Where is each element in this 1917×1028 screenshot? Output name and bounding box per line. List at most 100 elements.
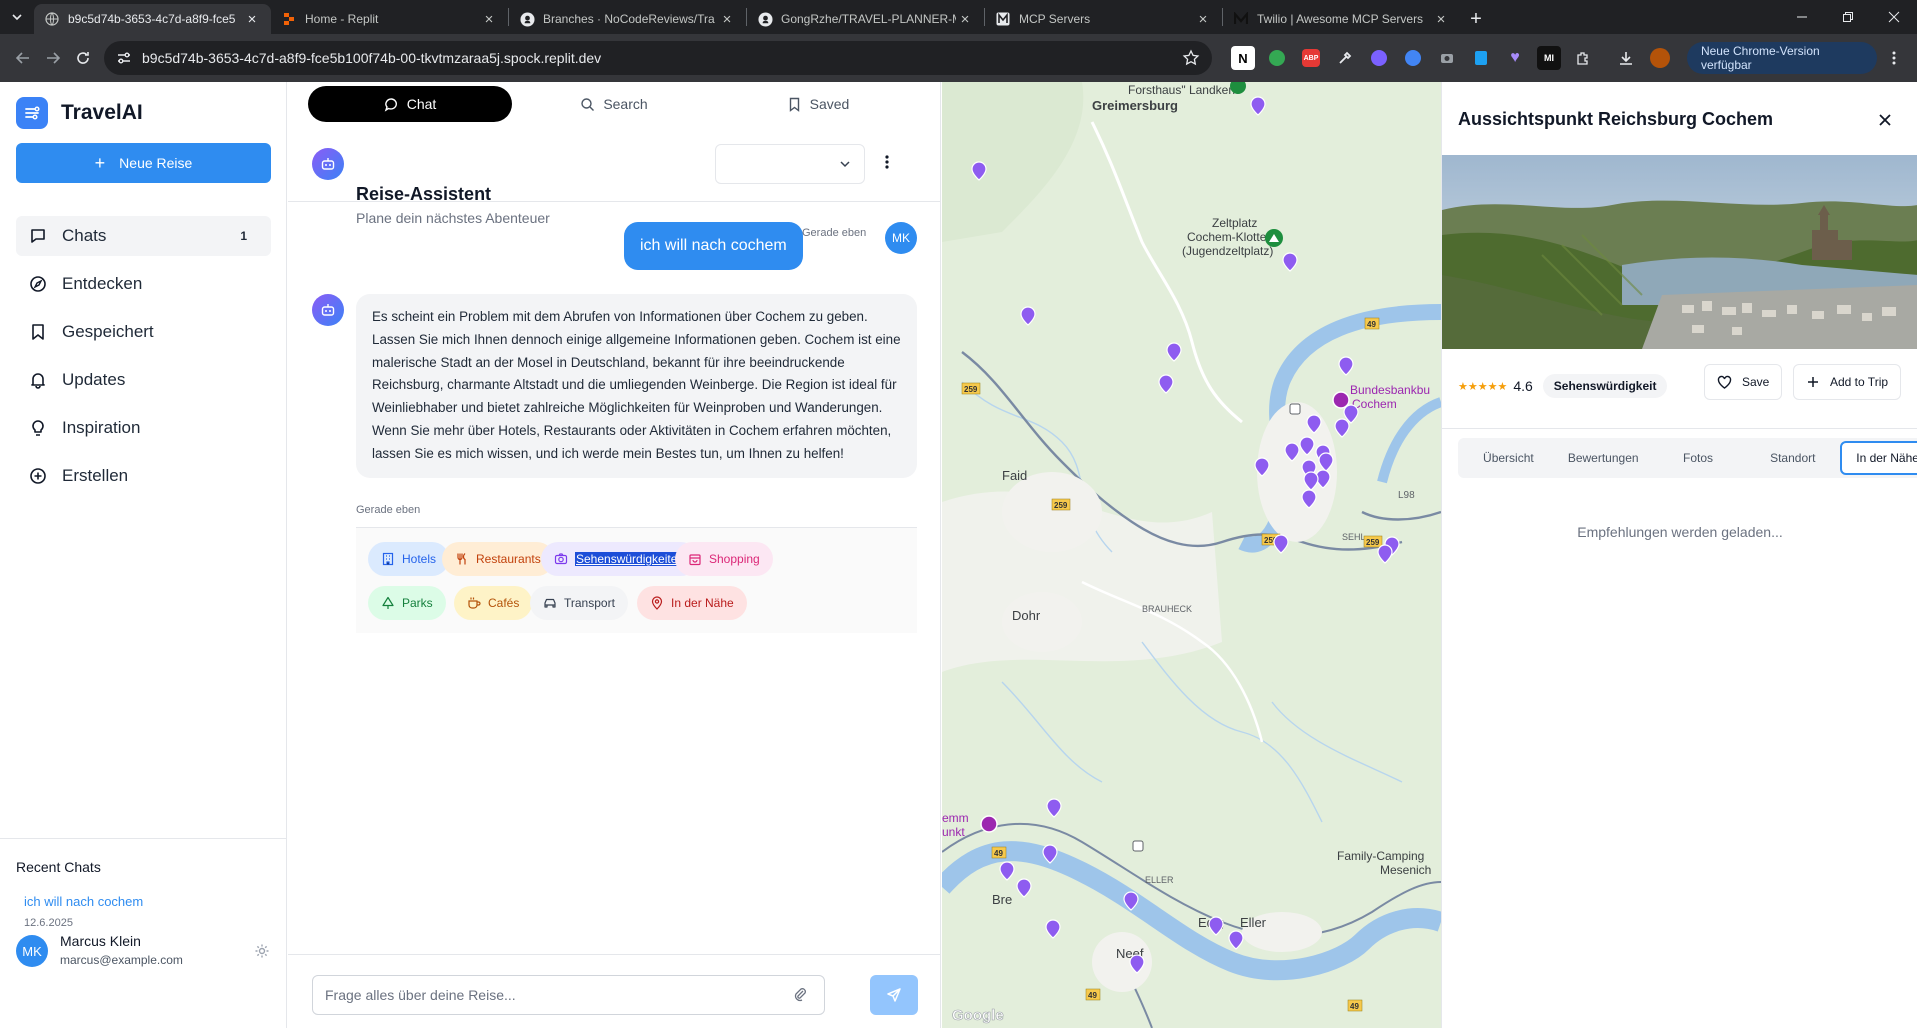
notion-extension-icon[interactable]: N: [1230, 46, 1255, 70]
chip-parks[interactable]: Parks: [368, 586, 446, 620]
brand[interactable]: TravelAI: [16, 97, 143, 129]
restore-icon: [1843, 12, 1853, 22]
restore-button[interactable]: [1825, 0, 1871, 34]
new-trip-button[interactable]: + Neue Reise: [16, 143, 271, 183]
brand-name: TravelAI: [61, 101, 143, 124]
chevron-down-icon: [840, 161, 850, 168]
message-timestamp: Gerade eben: [802, 227, 867, 239]
site-settings-icon[interactable]: [116, 50, 132, 66]
blue-extension-icon[interactable]: [1401, 46, 1425, 70]
user-message: ich will nach cochem: [624, 222, 803, 270]
chat-bubble-icon: [384, 97, 399, 112]
tab-standort[interactable]: Standort: [1745, 441, 1840, 475]
send-button[interactable]: [870, 975, 918, 1015]
sidebar-item-entdecken[interactable]: Entdecken: [16, 264, 271, 304]
chip-restaurants[interactable]: Restaurants: [442, 542, 554, 576]
chat-input[interactable]: [312, 975, 825, 1015]
browser-tab[interactable]: Twilio | Awesome MCP Servers ×: [1223, 4, 1460, 34]
tab-in-der-naehe[interactable]: In der Nähe: [1840, 441, 1917, 475]
adblock-extension-icon[interactable]: ABP: [1299, 46, 1323, 70]
tab-close-icon[interactable]: ×: [480, 11, 498, 28]
chat-more-button[interactable]: [885, 154, 889, 173]
sidebar-item-chats[interactable]: Chats 1: [16, 216, 271, 256]
tab-close-icon[interactable]: ×: [243, 11, 261, 28]
tab-close-icon[interactable]: ×: [956, 11, 974, 28]
heart-extension-icon[interactable]: ♥: [1503, 46, 1527, 70]
browser-tab[interactable]: GongRzhe/TRAVEL-PLANNER-M ×: [747, 4, 984, 34]
profile-avatar-icon[interactable]: [1648, 46, 1672, 70]
map-label: Mesenich: [1380, 863, 1431, 877]
chat-subtitle: Plane dein nächstes Abenteuer: [356, 210, 550, 226]
tab-close-icon[interactable]: ×: [718, 11, 736, 28]
map-label: Zeltplatz: [1212, 216, 1257, 230]
tab-uebersicht[interactable]: Übersicht: [1461, 441, 1556, 475]
sidebar-item-updates[interactable]: Updates: [16, 360, 271, 400]
browser-tab[interactable]: MCP Servers ×: [985, 4, 1222, 34]
mi-extension-icon[interactable]: MI: [1536, 46, 1561, 70]
close-window-button[interactable]: [1871, 0, 1917, 34]
map-label: Cochem: [1352, 397, 1397, 411]
map-canvas[interactable]: Forsthaus" Landkern Greimersburg Zeltpla…: [942, 82, 1441, 1028]
chip-hotels[interactable]: Hotels: [368, 542, 450, 576]
map-label: Greimersburg: [1092, 98, 1178, 113]
tab-close-icon[interactable]: ×: [1432, 11, 1450, 28]
sidebar-item-erstellen[interactable]: Erstellen: [16, 456, 271, 496]
close-icon: [1888, 11, 1900, 23]
heart-icon: [1717, 375, 1732, 389]
save-button[interactable]: Save: [1704, 364, 1783, 400]
model-select[interactable]: [715, 144, 865, 184]
paperclip-icon: [794, 988, 806, 1002]
send-icon: [887, 988, 901, 1002]
replit-logo-icon: [281, 11, 297, 27]
chip-label: Shopping: [709, 552, 760, 566]
user-avatar[interactable]: MK: [16, 935, 48, 967]
recent-chat-item[interactable]: ich will nach cochem 12.6.2025: [24, 894, 143, 929]
sidebar-item-gespeichert[interactable]: Gespeichert: [16, 312, 271, 352]
camera-extension-icon[interactable]: [1435, 46, 1459, 70]
chip-cafes[interactable]: Cafés: [454, 586, 533, 620]
new-tab-button[interactable]: +: [1460, 4, 1492, 34]
chat-bubble-icon: [28, 226, 48, 246]
browser-tab[interactable]: b9c5d74b-3653-4c7d-a8f9-fce5 ×: [34, 4, 271, 34]
add-to-trip-button[interactable]: Add to Trip: [1793, 364, 1902, 400]
tab-fotos[interactable]: Fotos: [1651, 441, 1746, 475]
tab-bewertungen[interactable]: Bewertungen: [1556, 441, 1651, 475]
close-detail-button[interactable]: [1878, 110, 1892, 133]
chip-transport[interactable]: Transport: [530, 586, 628, 620]
download-icon[interactable]: [1614, 46, 1638, 70]
map-label: ELLER: [1145, 875, 1174, 885]
map-view[interactable]: Forsthaus" Landkern Greimersburg Zeltpla…: [942, 82, 1441, 1028]
back-button[interactable]: [8, 42, 38, 74]
eyedropper-extension-icon[interactable]: [1333, 46, 1357, 70]
reload-button[interactable]: [68, 42, 98, 74]
star-bookmark-icon[interactable]: [1182, 49, 1200, 67]
bluesky-extension-icon[interactable]: [1469, 46, 1493, 70]
attach-button[interactable]: [792, 986, 808, 1005]
road-shield: 49: [994, 849, 1003, 858]
minimize-button[interactable]: [1779, 0, 1825, 34]
address-bar[interactable]: b9c5d74b-3653-4c7d-a8f9-fce5b100f74b-00-…: [104, 41, 1212, 75]
settings-button[interactable]: [254, 943, 270, 962]
chip-in-der-naehe[interactable]: In der Nähe: [637, 586, 747, 620]
browser-tab[interactable]: Branches · NoCodeReviews/Tra ×: [509, 4, 746, 34]
forward-button[interactable]: [38, 42, 68, 74]
travel-app: TravelAI + Neue Reise Chats 1 Entdecken …: [0, 82, 1917, 1028]
sidebar-item-inspiration[interactable]: Inspiration: [16, 408, 271, 448]
tab-saved[interactable]: Saved: [716, 86, 920, 122]
puzzle-extensions-icon[interactable]: [1571, 46, 1595, 70]
tab-close-icon[interactable]: ×: [1194, 11, 1212, 28]
chat-title: Reise-Assistent: [356, 184, 492, 204]
gear-extension-icon[interactable]: [1367, 46, 1391, 70]
chrome-update-button[interactable]: Neue Chrome-Version verfügbar: [1686, 42, 1877, 74]
tab-search[interactable]: Search: [512, 86, 716, 122]
map-label: (Jugendzeltplatz): [1182, 244, 1273, 258]
rating-row: ★★★★★ 4.6 Sehenswürdigkeit: [1458, 374, 1668, 398]
chrome-menu-button[interactable]: [1879, 42, 1909, 74]
tab-title: Twilio | Awesome MCP Servers: [1257, 12, 1424, 26]
tab-chat[interactable]: Chat: [308, 86, 512, 122]
browser-tab[interactable]: Home - Replit ×: [271, 4, 508, 34]
tab-search-button[interactable]: [0, 0, 34, 34]
place-photo[interactable]: [1442, 155, 1917, 349]
chip-shopping[interactable]: Shopping: [675, 542, 773, 576]
green-extension-icon[interactable]: [1265, 46, 1289, 70]
